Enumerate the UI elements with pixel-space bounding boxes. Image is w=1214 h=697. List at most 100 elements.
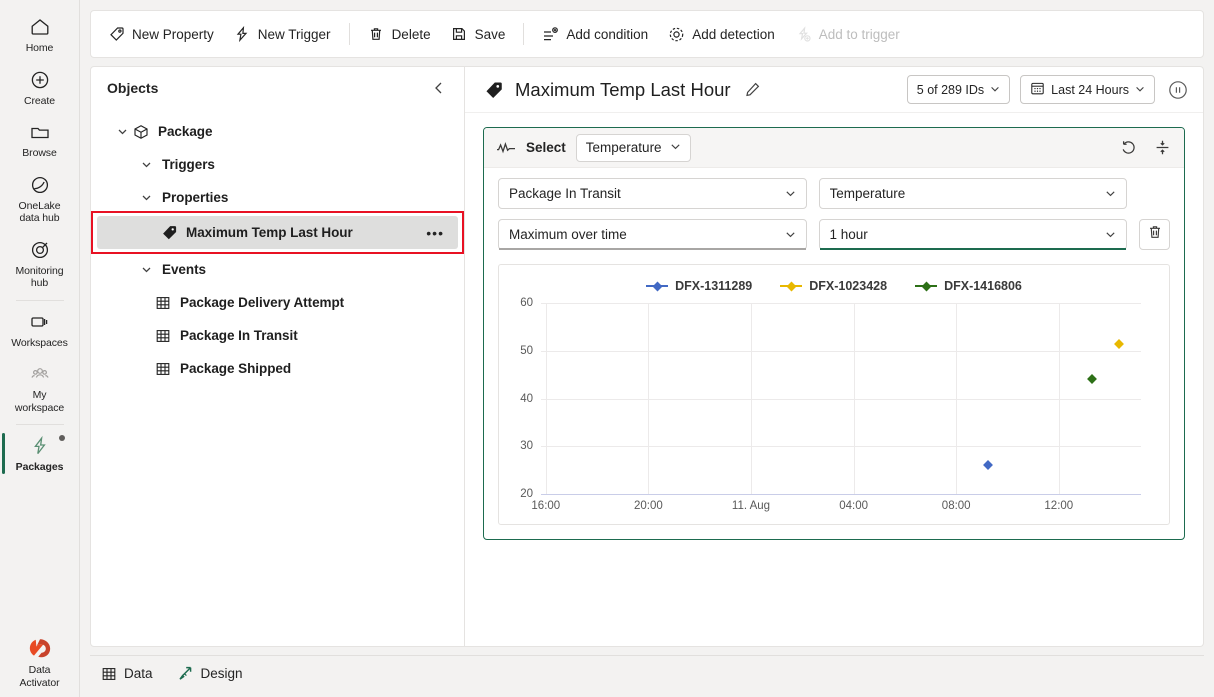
- tree-node-label: Package Shipped: [180, 361, 292, 376]
- tb-label: Add detection: [692, 26, 775, 42]
- delete-query-button[interactable]: [1139, 219, 1170, 250]
- tb-label: Add to trigger: [818, 26, 900, 42]
- divider: [15, 299, 64, 301]
- legend-item[interactable]: DFX-1416806: [915, 279, 1022, 293]
- id-filter-dropdown[interactable]: 5 of 289 IDs: [906, 75, 1011, 104]
- time-range-dropdown[interactable]: Last 24 Hours: [1020, 75, 1155, 104]
- add-condition-button[interactable]: Add condition: [533, 20, 657, 49]
- package-cube-icon: [131, 122, 151, 142]
- sidebar-item-browse[interactable]: Browse: [1, 113, 79, 166]
- tab-data[interactable]: Data: [90, 660, 163, 687]
- chevron-down-icon: [1105, 188, 1116, 199]
- collapse-vertical-icon[interactable]: [1152, 138, 1172, 158]
- tree-node-triggers[interactable]: Triggers: [91, 148, 464, 181]
- tree-node-label: Package Delivery Attempt: [180, 295, 345, 310]
- save-button[interactable]: Save: [442, 20, 515, 49]
- sidebar-item-onelake-data-hub[interactable]: OneLake data hub: [1, 166, 79, 231]
- design-pencil-icon: [177, 665, 194, 682]
- chart-legend: DFX-1311289 DFX-1023428 DFX-1416806: [507, 275, 1161, 303]
- table-icon: [153, 326, 173, 346]
- new-property-button[interactable]: New Property: [99, 20, 223, 49]
- add-detection-icon: [668, 26, 685, 43]
- window-dropdown[interactable]: 1 hour: [818, 219, 1127, 250]
- sidebar-item-home[interactable]: Home: [1, 8, 79, 61]
- grid-line-vertical: [751, 303, 752, 494]
- tree-node-package-in-transit[interactable]: Package In Transit: [91, 319, 464, 352]
- y-axis-tick-label: 50: [520, 344, 533, 357]
- y-axis-tick-label: 30: [520, 440, 533, 453]
- bolt-outline-icon: [234, 26, 251, 43]
- chevron-down-icon: [1135, 83, 1145, 97]
- delete-button[interactable]: Delete: [359, 20, 440, 49]
- more-options-button[interactable]: •••: [426, 225, 458, 241]
- chevron-left-icon[interactable]: [428, 77, 450, 99]
- tb-label: Add condition: [566, 26, 649, 42]
- tab-design[interactable]: Design: [167, 660, 253, 687]
- chevron-down-icon[interactable]: [137, 156, 155, 174]
- chart-plot: 20 30 40 50 60 16:00 20:00 11. Aug 04:00 08:00 12:…: [520, 297, 1141, 518]
- new-trigger-button[interactable]: New Trigger: [225, 20, 340, 49]
- chevron-down-icon: [990, 83, 1000, 97]
- tree-node-package-shipped[interactable]: Package Shipped: [91, 352, 464, 385]
- objects-tree: Package Triggers Properties Maximum Temp…: [91, 109, 464, 385]
- query-card-header: Select Temperature: [484, 128, 1184, 168]
- monitoring-icon: [28, 238, 52, 262]
- add-detection-button[interactable]: Add detection: [659, 20, 784, 49]
- legend-item[interactable]: DFX-1023428: [780, 279, 887, 293]
- divider: [523, 23, 525, 45]
- tree-node-label: Maximum Temp Last Hour: [186, 225, 353, 240]
- divider: [348, 23, 350, 45]
- sidebar-item-packages[interactable]: Packages: [1, 427, 79, 480]
- tree-node-package[interactable]: Package: [91, 115, 464, 148]
- add-to-trigger-icon: [795, 25, 812, 43]
- chevron-down-icon[interactable]: [137, 189, 155, 207]
- tree-node-events[interactable]: Events: [91, 253, 464, 286]
- data-point[interactable]: [983, 460, 993, 471]
- id-filter-label: 5 of 289 IDs: [916, 82, 985, 97]
- workspaces-icon: [28, 310, 52, 334]
- chevron-down-icon: [785, 229, 796, 240]
- y-axis-tick-label: 60: [520, 297, 533, 309]
- onelake-icon: [28, 173, 52, 197]
- query-card-actions: [1118, 138, 1172, 158]
- data-point[interactable]: [1086, 374, 1097, 385]
- chevron-down-icon[interactable]: [113, 123, 131, 141]
- data-point[interactable]: [1113, 338, 1124, 349]
- chevron-down-icon[interactable]: [137, 261, 155, 279]
- tree-node-package-delivery-attempt[interactable]: Package Delivery Attempt: [91, 286, 464, 319]
- legend-marker-icon: [915, 281, 938, 291]
- sidebar-item-create[interactable]: Create: [1, 61, 79, 114]
- select-measure-dropdown[interactable]: Temperature: [575, 133, 691, 162]
- tree-node-properties[interactable]: Properties: [91, 181, 464, 214]
- tree-node-maximum-temp-last-hour[interactable]: Maximum Temp Last Hour •••: [97, 216, 458, 249]
- pencil-icon[interactable]: [743, 80, 763, 100]
- x-axis-tick-label: 11. Aug: [731, 500, 771, 512]
- event-source-dropdown[interactable]: Package In Transit: [498, 178, 807, 209]
- tree-node-label: Package In Transit: [180, 328, 298, 343]
- tb-label: Save: [474, 26, 506, 42]
- column-dropdown[interactable]: Temperature: [818, 178, 1127, 209]
- chart-container: DFX-1311289 DFX-1023428 DFX-1416806 20 30 40…: [498, 264, 1170, 525]
- sidebar-item-label: Workspaces: [11, 336, 68, 349]
- query-card: Select Temperature Package In Transit Te…: [483, 127, 1185, 540]
- tree-node-label: Triggers: [162, 157, 215, 172]
- sidebar-item-monitoring-hub[interactable]: Monitoring hub: [1, 231, 79, 296]
- sidebar-item-data-activator[interactable]: Data Activator: [1, 630, 79, 697]
- undo-arrow-icon[interactable]: [1118, 138, 1138, 158]
- table-icon: [153, 359, 173, 379]
- tag-filled-icon: [483, 79, 505, 101]
- aggregation-dropdown[interactable]: Maximum over time: [498, 219, 807, 250]
- select-measure-value: Temperature: [585, 140, 662, 155]
- add-to-trigger-button[interactable]: Add to trigger: [786, 20, 909, 49]
- plot-area: 20 30 40 50 60 16:00 20:00 11. Aug 04:00 08:00 12:…: [520, 297, 1141, 512]
- legend-item[interactable]: DFX-1311289: [646, 279, 752, 293]
- trash-icon: [1147, 224, 1163, 245]
- sidebar-item-my-workspace[interactable]: My workspace: [1, 355, 79, 420]
- command-toolbar: New Property New Trigger Delete Save Add…: [90, 10, 1204, 58]
- pause-circle-icon[interactable]: [1165, 77, 1191, 103]
- legend-marker-icon: [646, 281, 669, 291]
- divider: [15, 424, 64, 425]
- content-split: Objects Package Triggers Properties Maxi…: [90, 66, 1204, 647]
- sidebar-item-workspaces[interactable]: Workspaces: [1, 303, 79, 356]
- calendar-icon: [1030, 81, 1045, 99]
